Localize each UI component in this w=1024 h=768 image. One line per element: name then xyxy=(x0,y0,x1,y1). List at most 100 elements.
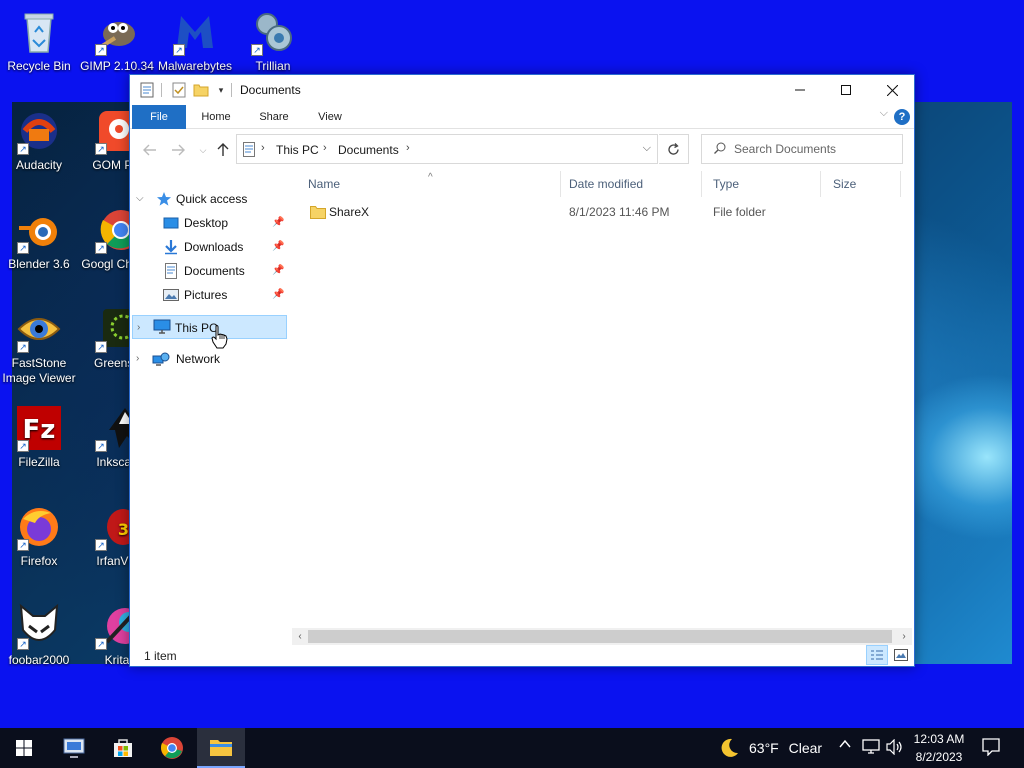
horizontal-scrollbar[interactable]: ‹ › xyxy=(292,628,912,645)
search-icon xyxy=(714,142,726,157)
volume-icon[interactable] xyxy=(885,738,903,758)
refresh-button[interactable] xyxy=(659,134,689,164)
taskbar-app-chrome[interactable] xyxy=(148,728,196,768)
weather-widget[interactable]: 63°F Clear xyxy=(749,740,822,756)
scroll-left-icon[interactable]: ‹ xyxy=(292,628,308,645)
checkmark-icon[interactable] xyxy=(171,82,187,98)
clock-time[interactable]: 12:03 AM xyxy=(906,732,972,746)
breadcrumb-chevron-icon[interactable]: › xyxy=(406,142,410,154)
desktop-icon-gimp[interactable]: ↗ GIMP 2.10.34 xyxy=(79,8,155,74)
notifications-icon[interactable] xyxy=(982,738,1000,759)
nav-label: Network xyxy=(176,352,221,366)
close-button[interactable] xyxy=(869,75,915,105)
minimize-button[interactable] xyxy=(777,75,823,105)
breadcrumb-chevron-icon[interactable]: › xyxy=(261,142,265,154)
back-button[interactable] xyxy=(140,140,160,160)
desktop-icon-label: Recycle Bin xyxy=(7,59,71,73)
customize-quick-access-icon[interactable]: ▾ xyxy=(213,82,229,98)
file-date: 8/1/2023 11:46 PM xyxy=(569,205,670,219)
up-button[interactable] xyxy=(213,140,233,160)
desktop-icon-trillian[interactable]: ↗ Trillian xyxy=(235,8,311,74)
shortcut-arrow-icon: ↗ xyxy=(17,638,29,650)
column-header-size[interactable]: Size xyxy=(821,171,901,197)
nav-item-this-pc[interactable]: › This PC xyxy=(132,315,287,339)
tab-view[interactable]: View xyxy=(306,105,354,129)
desktop-icon-faststone[interactable]: ↗ FastStone Image Viewer xyxy=(1,305,77,386)
up-arrow-icon xyxy=(217,143,229,156)
collapsed-chevron-icon[interactable]: › xyxy=(136,347,146,371)
address-bar[interactable]: › This PC › Documents › ⌵ xyxy=(236,134,658,164)
taskbar: 63°F Clear 12:03 AM 8/2/2023 xyxy=(0,728,1024,768)
desktop-icon xyxy=(163,215,179,231)
column-header-date[interactable]: Date modified xyxy=(557,171,702,197)
new-folder-icon[interactable] xyxy=(193,82,209,98)
windows-logo-icon xyxy=(16,740,32,756)
nav-item-downloads[interactable]: Downloads 📌 xyxy=(130,235,286,259)
start-button[interactable] xyxy=(0,728,48,768)
gimp-icon: ↗ xyxy=(93,8,141,56)
breadcrumb-chevron-icon[interactable]: › xyxy=(323,142,327,154)
show-hidden-icons-icon[interactable] xyxy=(838,737,852,754)
desktop-icon-recycle-bin[interactable]: Recycle Bin xyxy=(1,8,77,74)
scrollbar-thumb[interactable] xyxy=(308,630,892,643)
explorer-window[interactable]: ▾ Documents File Home Share View ⌵ ? ⌵ ›… xyxy=(129,74,915,667)
moon-weather-icon[interactable] xyxy=(718,737,740,762)
status-bar: 1 item xyxy=(130,645,914,667)
recent-locations-button[interactable]: ⌵ xyxy=(193,140,213,160)
nav-item-desktop[interactable]: Desktop 📌 xyxy=(130,211,286,235)
pin-icon[interactable]: 📌 xyxy=(272,259,284,283)
pin-icon[interactable]: 📌 xyxy=(272,235,284,259)
pin-icon[interactable]: 📌 xyxy=(272,211,284,235)
desktop-icon-blender[interactable]: ↗ Blender 3.6 xyxy=(1,206,77,272)
shortcut-arrow-icon: ↗ xyxy=(17,242,29,254)
nav-item-network[interactable]: › Network xyxy=(130,347,286,371)
help-button[interactable]: ? xyxy=(894,109,910,125)
forward-button[interactable] xyxy=(168,140,188,160)
taskbar-app-store[interactable] xyxy=(99,728,147,768)
desktop-icon-audacity[interactable]: ↗ Audacity xyxy=(1,107,77,173)
nav-item-pictures[interactable]: Pictures 📌 xyxy=(130,283,286,307)
ribbon-expand-icon[interactable]: ⌵ xyxy=(880,107,888,120)
file-list: Name ^ Date modified Type Size ShareX 8/… xyxy=(296,171,910,631)
properties-icon[interactable] xyxy=(139,82,155,98)
search-input[interactable] xyxy=(734,135,899,163)
shortcut-arrow-icon: ↗ xyxy=(17,143,29,155)
taskbar-app-file-explorer[interactable] xyxy=(197,728,245,768)
shortcut-arrow-icon: ↗ xyxy=(17,539,29,551)
pin-icon[interactable]: 📌 xyxy=(272,283,284,307)
shortcut-arrow-icon: ↗ xyxy=(95,638,107,650)
maximize-button[interactable] xyxy=(823,75,869,105)
desktop-icon-firefox[interactable]: ↗ Firefox xyxy=(1,503,77,569)
maximize-icon xyxy=(841,85,851,95)
search-box[interactable] xyxy=(701,134,903,164)
nav-label: Pictures xyxy=(184,288,228,302)
desktop-icon-label: FastStone Image Viewer xyxy=(2,356,76,385)
title-bar[interactable]: ▾ Documents xyxy=(130,75,914,105)
network-tray-icon[interactable] xyxy=(862,739,880,758)
tab-file[interactable]: File xyxy=(132,105,186,129)
column-header-type[interactable]: Type xyxy=(701,171,821,197)
large-icons-view-button[interactable] xyxy=(890,645,912,665)
scroll-right-icon[interactable]: › xyxy=(896,628,912,645)
blender-icon: ↗ xyxy=(15,206,63,254)
breadcrumb-this-pc[interactable]: This PC xyxy=(276,143,319,157)
store-icon xyxy=(114,739,132,757)
nav-item-quick-access[interactable]: ⌵ Quick access xyxy=(130,187,286,211)
expanded-chevron-icon[interactable]: ⌵ xyxy=(136,187,146,211)
desktop-icon-filezilla[interactable]: Fz ↗ FileZilla xyxy=(1,404,77,470)
tab-share[interactable]: Share xyxy=(250,105,298,129)
nav-item-documents[interactable]: Documents 📌 xyxy=(130,259,286,283)
collapsed-chevron-icon[interactable]: › xyxy=(137,316,147,340)
file-row[interactable]: ShareX 8/1/2023 11:46 PM File folder xyxy=(296,201,896,223)
taskbar-app-sandbox[interactable] xyxy=(50,728,98,768)
column-header-name[interactable]: Name ^ xyxy=(296,171,561,197)
desktop-icon-malwarebytes[interactable]: ↗ Malwarebytes xyxy=(157,8,233,74)
desktop-icon-foobar2000[interactable]: ↗ foobar2000 xyxy=(1,602,77,668)
shortcut-arrow-icon: ↗ xyxy=(95,143,107,155)
tab-home[interactable]: Home xyxy=(192,105,240,129)
address-dropdown-icon[interactable]: ⌵ xyxy=(643,142,651,155)
breadcrumb-documents[interactable]: Documents xyxy=(338,143,399,157)
close-icon xyxy=(886,84,898,96)
details-view-button[interactable] xyxy=(866,645,888,665)
clock-date[interactable]: 8/2/2023 xyxy=(906,750,972,764)
